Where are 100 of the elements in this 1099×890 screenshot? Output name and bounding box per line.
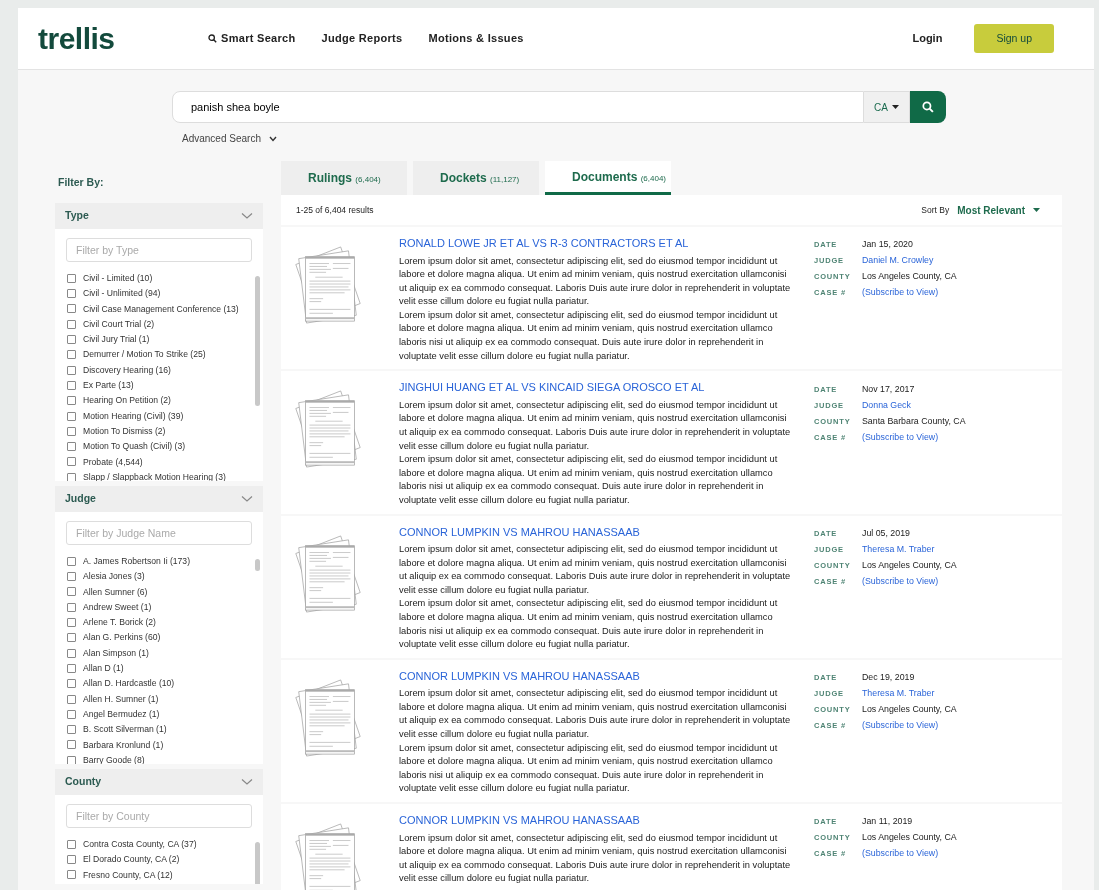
checkbox[interactable]: [67, 587, 76, 597]
checkbox[interactable]: [67, 725, 76, 735]
advanced-search-link[interactable]: Advanced Search: [182, 131, 277, 146]
filter-option[interactable]: Slapp / Slappback Motion Hearing (3): [67, 469, 263, 481]
checkbox[interactable]: [67, 679, 76, 689]
meta-link[interactable]: Donna Geck: [862, 398, 911, 412]
checkbox[interactable]: [67, 396, 76, 406]
filter-option[interactable]: Discovery Hearing (16): [67, 362, 263, 378]
checkbox[interactable]: [67, 556, 76, 566]
meta-link[interactable]: Theresa M. Traber: [862, 687, 935, 701]
filter-option[interactable]: Alan Simpson (1): [67, 645, 263, 661]
checkbox[interactable]: [67, 426, 76, 436]
checkbox[interactable]: [67, 839, 76, 849]
checkbox[interactable]: [67, 289, 76, 299]
filter-option[interactable]: Alesia Jones (3): [67, 569, 263, 585]
nav-link[interactable]: Judge Reports: [321, 30, 403, 47]
filter-option[interactable]: Motion To Dismiss (2): [67, 423, 263, 439]
nav-link[interactable]: Motions & Issues: [428, 30, 524, 47]
scrollbar[interactable]: [255, 841, 260, 884]
filter-option[interactable]: Allan D. Hardcastle (10): [67, 676, 263, 692]
meta-link[interactable]: Theresa M. Traber: [862, 542, 935, 557]
filter-option[interactable]: A. James Robertson Ii (173): [67, 553, 263, 570]
filter-option[interactable]: Ex Parte (13): [67, 377, 263, 394]
checkbox[interactable]: [67, 457, 76, 467]
filter-option[interactable]: Angel Bermudez (1): [67, 706, 263, 722]
meta-link[interactable]: (Subscribe to View): [862, 286, 939, 300]
filter-header[interactable]: County: [55, 768, 263, 795]
result-title-link[interactable]: RONALD LOWE JR ET AL VS R-3 CONTRACTORS ET AL: [399, 235, 794, 252]
checkbox[interactable]: [67, 740, 76, 750]
filter-option[interactable]: Civil - Unlimited (94): [67, 286, 263, 302]
filter-input[interactable]: Filter by Judge Name: [66, 520, 252, 545]
filter-option[interactable]: Civil - Limited (10): [67, 270, 263, 287]
filter-input[interactable]: Filter by County: [66, 803, 252, 828]
checkbox[interactable]: [67, 411, 76, 421]
search-button[interactable]: [910, 91, 946, 123]
filter-option[interactable]: Civil Court Trial (2): [67, 316, 263, 332]
signup-button[interactable]: Sign up: [974, 23, 1054, 54]
filter-option[interactable]: Allan D (1): [67, 660, 263, 677]
meta-link[interactable]: (Subscribe to View): [862, 719, 939, 733]
scrollbar[interactable]: [255, 275, 260, 406]
filter-option[interactable]: Allen Sumner (6): [67, 584, 263, 600]
result-title-link[interactable]: JINGHUI HUANG ET AL VS KINCAID SIEGA OROSCO ET AL: [399, 379, 794, 396]
checkbox[interactable]: [67, 855, 76, 865]
checkbox[interactable]: [67, 572, 76, 582]
nav-link[interactable]: Smart Search: [208, 30, 296, 47]
checkbox[interactable]: [67, 633, 76, 643]
checkbox[interactable]: [67, 335, 76, 345]
checkbox[interactable]: [67, 694, 76, 704]
checkbox[interactable]: [67, 602, 76, 612]
checkbox[interactable]: [67, 365, 76, 375]
filter-input[interactable]: Filter by Type: [66, 237, 252, 262]
sort-dropdown[interactable]: Most Relevant: [957, 202, 1040, 218]
filter-option[interactable]: Motion Hearing (Civil) (39): [67, 408, 263, 424]
login-link[interactable]: Login: [912, 30, 943, 47]
filter-option[interactable]: Alan G. Perkins (60): [67, 630, 263, 646]
scrollbar[interactable]: [255, 558, 260, 571]
checkbox[interactable]: [67, 472, 76, 481]
checkbox[interactable]: [67, 273, 76, 283]
result-title-link[interactable]: CONNOR LUMPKIN VS MAHROU HANASSAAB: [399, 667, 794, 685]
filter-option[interactable]: Barry Goode (8): [67, 752, 263, 764]
checkbox[interactable]: [67, 755, 76, 764]
filter-option[interactable]: Andrew Sweet (1): [67, 599, 263, 615]
filter-option[interactable]: Allen H. Sumner (1): [67, 691, 263, 707]
filter-header[interactable]: Type: [55, 202, 263, 229]
checkbox[interactable]: [67, 442, 76, 452]
filter-option[interactable]: Fresno County, CA (12): [67, 867, 263, 883]
filter-option[interactable]: Arlene T. Borick (2): [67, 614, 263, 631]
filter-option[interactable]: Motion To Quash (Civil) (3): [67, 439, 263, 455]
filter-header[interactable]: Judge: [55, 485, 263, 512]
checkbox[interactable]: [67, 304, 76, 314]
tab[interactable]: Rulings (6,404): [281, 161, 407, 195]
filter-option[interactable]: B. Scott Silverman (1): [67, 722, 263, 738]
chevron-down-icon: [268, 135, 277, 142]
checkbox[interactable]: [67, 648, 76, 658]
checkbox[interactable]: [67, 618, 76, 628]
meta-link[interactable]: (Subscribe to View): [862, 847, 939, 861]
result-title-link[interactable]: CONNOR LUMPKIN VS MAHROU HANASSAAB: [399, 523, 794, 540]
filter-option[interactable]: Demurrer / Motion To Strike (25): [67, 347, 263, 363]
logo[interactable]: trellis: [38, 16, 208, 61]
checkbox[interactable]: [67, 380, 76, 390]
filter-option[interactable]: El Dorado County, CA (2): [67, 852, 263, 868]
search-field[interactable]: panish shea boyle: [172, 91, 865, 123]
filter-option[interactable]: Probate (4,544): [67, 454, 263, 470]
checkbox[interactable]: [67, 663, 76, 673]
meta-link[interactable]: (Subscribe to View): [862, 574, 939, 589]
state-dropdown[interactable]: CA: [864, 91, 910, 123]
checkbox[interactable]: [67, 319, 76, 329]
checkbox[interactable]: [67, 350, 76, 360]
filter-option[interactable]: Contra Costa County, CA (37): [67, 836, 263, 853]
checkbox[interactable]: [67, 870, 76, 880]
meta-link[interactable]: (Subscribe to View): [862, 430, 939, 444]
filter-option[interactable]: Barbara Kronlund (1): [67, 737, 263, 753]
meta-link[interactable]: Daniel M. Crowley: [862, 254, 934, 268]
tab[interactable]: Dockets (11,127): [413, 161, 539, 195]
filter-option[interactable]: Civil Case Management Conference (13): [67, 301, 263, 317]
filter-option[interactable]: Civil Jury Trial (1): [67, 331, 263, 348]
result-title-link[interactable]: CONNOR LUMPKIN VS MAHROU HANASSAAB: [399, 812, 794, 829]
checkbox[interactable]: [67, 709, 76, 719]
tab[interactable]: Documents (6,404): [545, 161, 671, 195]
filter-option[interactable]: Hearing On Petition (2): [67, 393, 263, 409]
